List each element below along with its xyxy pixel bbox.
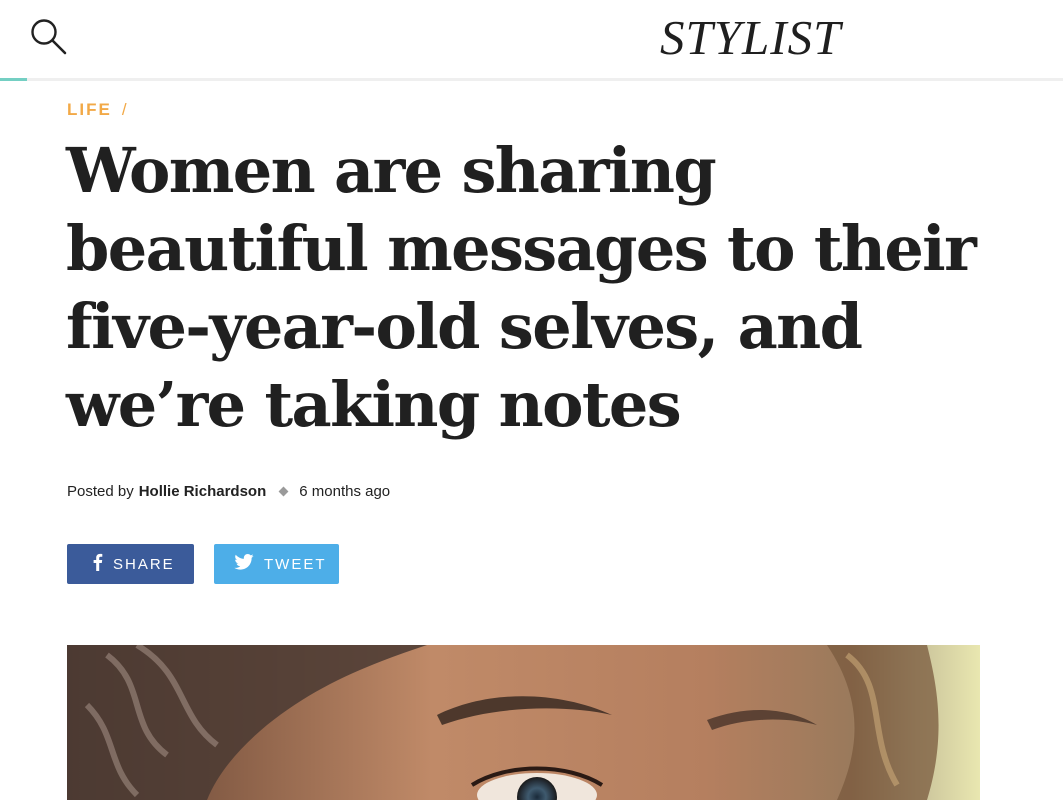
search-button[interactable] — [26, 16, 72, 62]
author-link[interactable]: Hollie Richardson — [139, 483, 267, 500]
reading-progress-bar — [0, 78, 27, 81]
section-link-life[interactable]: LIFE — [67, 100, 112, 119]
twitter-icon — [234, 554, 254, 574]
publish-time: 6 months ago — [299, 483, 391, 500]
twitter-tweet-label: TWEET — [264, 555, 327, 573]
facebook-icon — [92, 553, 103, 575]
byline-prefix: Posted by — [67, 483, 134, 500]
hero-image — [67, 645, 980, 800]
facebook-share-label: SHARE — [113, 555, 175, 573]
byline: Posted by Hollie Richardson 6 months ago — [67, 483, 390, 500]
section-breadcrumb: LIFE / — [67, 100, 129, 120]
article-headline: Women are sharing beautiful messages to … — [66, 134, 977, 441]
twitter-tweet-button[interactable]: TWEET — [214, 544, 339, 584]
byline-separator-dot — [278, 486, 289, 497]
breadcrumb-separator: / — [121, 100, 129, 119]
site-header: STYLIST — [0, 0, 1063, 81]
site-logo[interactable]: STYLIST — [660, 10, 841, 66]
search-icon — [31, 19, 67, 55]
share-buttons: SHARE TWEET — [67, 544, 339, 584]
facebook-share-button[interactable]: SHARE — [67, 544, 194, 584]
